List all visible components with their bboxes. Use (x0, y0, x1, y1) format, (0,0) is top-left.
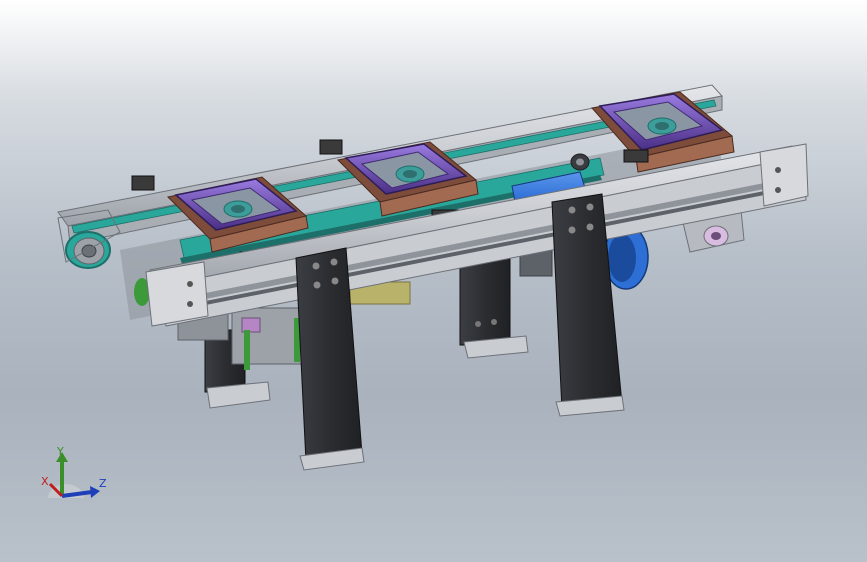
cad-graphics-area[interactable]: Y X Z (0, 0, 867, 562)
triad-y-label: Y (57, 445, 64, 458)
conveyor-assembly-model[interactable] (0, 0, 867, 562)
triad-x-label: X (41, 475, 49, 488)
triad-z-label: Z (99, 477, 107, 490)
